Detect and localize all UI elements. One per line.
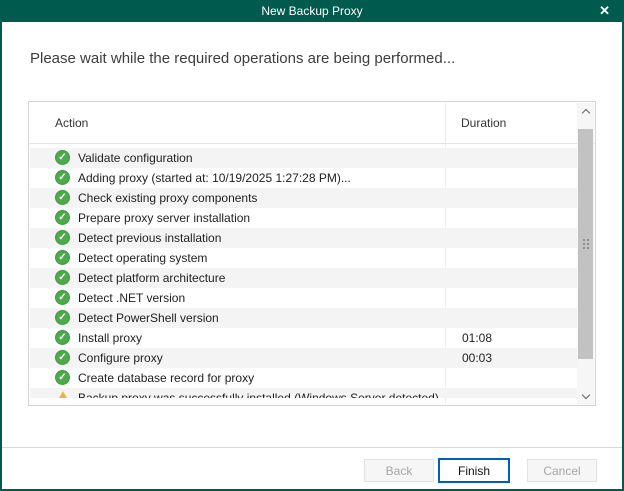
back-button[interactable]: Back xyxy=(364,459,434,482)
action-cell: Detect previous installation xyxy=(78,231,221,245)
success-icon: ✓ xyxy=(55,270,70,285)
thumb-grip-icon xyxy=(583,239,585,241)
operations-rows: ✓ Validate configuration ✓ Adding proxy (st… xyxy=(30,148,577,398)
action-cell: Create database record for proxy xyxy=(78,371,254,385)
scroll-down-icon[interactable] xyxy=(577,388,594,405)
success-icon: ✓ xyxy=(55,330,70,345)
action-cell: Configure proxy xyxy=(78,351,163,365)
success-icon: ✓ xyxy=(55,150,70,165)
titlebar: New Backup Proxy ✕ xyxy=(0,0,624,22)
action-cell: Detect platform architecture xyxy=(78,271,225,285)
table-row[interactable]: ✓ Prepare proxy server installation xyxy=(30,208,577,228)
scroll-up-icon[interactable] xyxy=(577,103,594,120)
cancel-button[interactable]: Cancel xyxy=(527,459,597,482)
column-header-duration[interactable]: Duration xyxy=(461,116,506,130)
success-icon: ✓ xyxy=(55,230,70,245)
success-icon: ✓ xyxy=(55,170,70,185)
scrollbar[interactable] xyxy=(577,103,594,405)
table-row[interactable]: ✓ Adding proxy (started at: 10/19/2025 1:… xyxy=(30,168,577,188)
table-row[interactable]: ✓ Check existing proxy components xyxy=(30,188,577,208)
table-row[interactable]: ✓ Configure proxy 00:03 xyxy=(30,348,577,368)
action-cell: Backup proxy was successfully installed … xyxy=(78,391,439,398)
close-icon[interactable]: ✕ xyxy=(599,3,610,19)
new-backup-proxy-dialog: New Backup Proxy ✕ Please wait while the… xyxy=(0,0,624,491)
table-row[interactable]: ✓ Install proxy 01:08 xyxy=(30,328,577,348)
action-cell: Install proxy xyxy=(78,331,142,345)
table-row[interactable]: ✓ Detect platform architecture xyxy=(30,268,577,288)
success-icon: ✓ xyxy=(55,290,70,305)
duration-cell: 01:08 xyxy=(462,331,492,345)
page-heading: Please wait while the required operation… xyxy=(30,50,455,67)
duration-cell: 00:03 xyxy=(462,351,492,365)
action-cell: Prepare proxy server installation xyxy=(78,211,250,225)
warning-icon xyxy=(55,391,71,398)
action-cell: Detect .NET version xyxy=(78,291,185,305)
operations-list: Action Duration ✓Validate configuration✓… xyxy=(28,101,596,406)
success-icon: ✓ xyxy=(55,190,70,205)
window-title: New Backup Proxy xyxy=(261,4,362,18)
column-header-action[interactable]: Action xyxy=(55,116,88,130)
action-cell: Check existing proxy components xyxy=(78,191,257,205)
action-cell: Validate configuration xyxy=(78,151,193,165)
table-row[interactable]: Backup proxy was successfully installed … xyxy=(30,388,577,398)
success-icon: ✓ xyxy=(55,210,70,225)
finish-button[interactable]: Finish xyxy=(438,458,510,483)
action-cell: Detect PowerShell version xyxy=(78,311,219,325)
success-icon: ✓ xyxy=(55,250,70,265)
table-row[interactable]: ✓ Detect PowerShell version xyxy=(30,308,577,328)
scrollbar-thumb[interactable] xyxy=(578,129,593,359)
table-row[interactable]: ✓ Detect previous installation xyxy=(30,228,577,248)
table-row[interactable]: ✓ Validate configuration xyxy=(30,148,577,168)
action-cell: Detect operating system xyxy=(78,251,207,265)
table-row[interactable]: ✓ Detect .NET version xyxy=(30,288,577,308)
action-cell: Adding proxy (started at: 10/19/2025 1:2… xyxy=(78,171,351,185)
success-icon: ✓ xyxy=(55,350,70,365)
table-row[interactable]: ✓ Detect operating system xyxy=(30,248,577,268)
success-icon: ✓ xyxy=(55,310,70,325)
success-icon: ✓ xyxy=(55,370,70,385)
footer-separator xyxy=(2,447,622,448)
list-header: Action Duration xyxy=(29,102,595,144)
table-row[interactable]: ✓ Create database record for proxy xyxy=(30,368,577,388)
